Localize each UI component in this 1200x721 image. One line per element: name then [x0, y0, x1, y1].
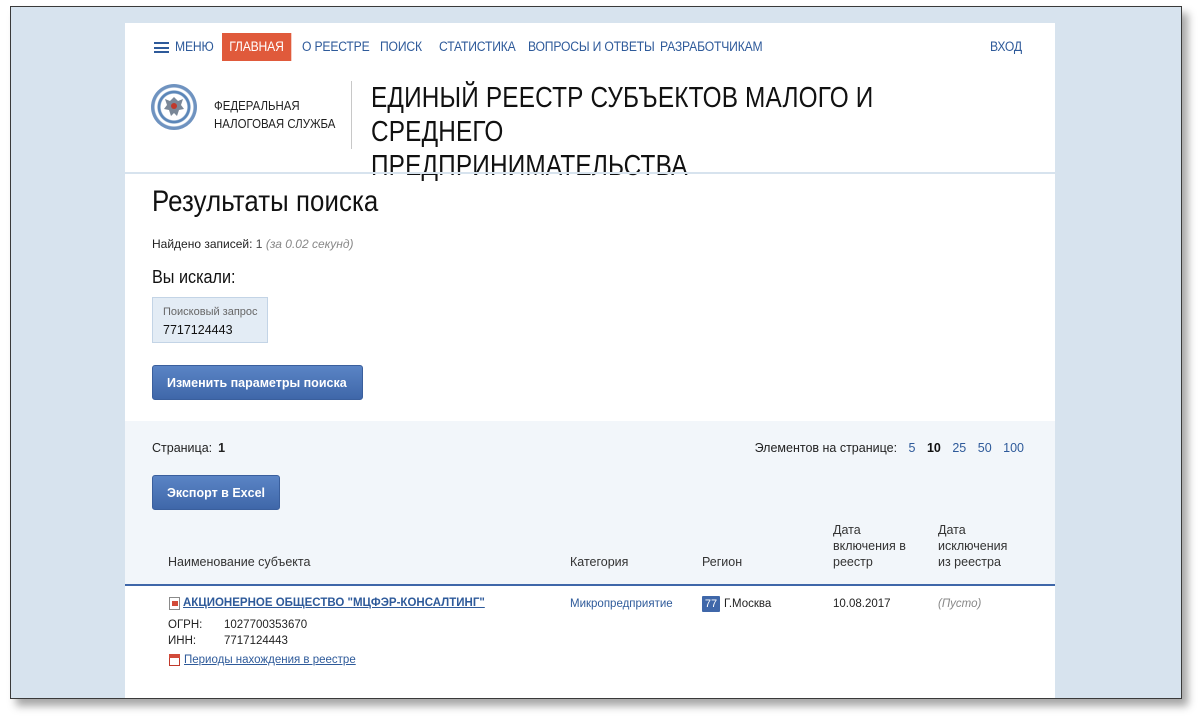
nav-item-about[interactable]: О РЕЕСТРЕ: [302, 33, 370, 61]
per-page-option-25[interactable]: 25: [952, 441, 966, 455]
subject-name-link[interactable]: АКЦИОНЕРНОЕ ОБЩЕСТВО "МЦФЭР-КОНСАЛТИНГ": [183, 597, 485, 609]
page-container: МЕНЮ ГЛАВНАЯ О РЕЕСТРЕ ПОИСК СТАТИСТИКА …: [125, 23, 1055, 698]
browser-frame: МЕНЮ ГЛАВНАЯ О РЕЕСТРЕ ПОИСК СТАТИСТИКА …: [10, 6, 1182, 699]
column-header-region: Регион: [702, 555, 743, 569]
search-query-label: Поисковый запрос: [163, 306, 258, 318]
page-number: 1: [218, 441, 226, 455]
searched-heading: Вы искали:: [152, 267, 236, 287]
registry-title-line1: ЕДИНЫЙ РЕЕСТР СУБЪЕКТОВ МАЛОГО И СРЕДНЕГ…: [371, 82, 874, 148]
nav-item-search[interactable]: ПОИСК: [380, 33, 422, 61]
nav-item-faq[interactable]: ВОПРОСЫ И ОТВЕТЫ: [528, 33, 655, 61]
login-link[interactable]: ВХОД: [990, 33, 1022, 61]
change-search-button[interactable]: Изменить параметры поиска: [152, 365, 363, 400]
column-header-name: Наименование субъекта: [168, 555, 311, 569]
region-code-badge: 77: [702, 596, 720, 612]
search-query-value: 7717124443: [163, 323, 233, 337]
nav-item-developers[interactable]: РАЗРАБОТЧИКАМ: [660, 33, 763, 61]
found-records: Найдено записей: 1 (за 0.02 секунд): [152, 237, 354, 251]
menu-button[interactable]: МЕНЮ: [175, 33, 214, 61]
registry-periods-link[interactable]: Периоды нахождения в реестре: [184, 654, 356, 666]
search-query-box: Поисковый запрос 7717124443: [152, 297, 268, 343]
current-page: Страница: 1: [152, 441, 225, 455]
calendar-icon[interactable]: [169, 654, 180, 666]
column-header-category: Категория: [570, 555, 629, 569]
per-page-option-10[interactable]: 10: [927, 441, 941, 455]
per-page-option-50[interactable]: 50: [978, 441, 992, 455]
nav-item-home[interactable]: ГЛАВНАЯ: [222, 33, 291, 61]
found-count: 1: [255, 237, 263, 251]
header-divider: [351, 81, 352, 149]
org-name-line1: ФЕДЕРАЛЬНАЯ: [214, 98, 300, 113]
inn-label: ИНН:: [168, 635, 197, 647]
per-page-selector: Элементов на странице: 5 10 25 50 100: [755, 441, 1024, 455]
registry-title-line2: ПРЕДПРИНИМАТЕЛЬСТВА: [371, 150, 688, 182]
results-panel: Страница: 1 Элементов на странице: 5 10 2…: [125, 421, 1055, 698]
column-header-excluded: Дата исключения из реестра: [938, 523, 1008, 569]
found-time: (за 0.02 секунд): [265, 237, 354, 251]
table-row: АКЦИОНЕРНОЕ ОБЩЕСТВО "МЦФЭР-КОНСАЛТИНГ" …: [125, 586, 1055, 698]
fns-org-name[interactable]: ФЕДЕРАЛЬНАЯ НАЛОГОВАЯ СЛУЖБА: [214, 97, 346, 133]
top-navigation: МЕНЮ ГЛАВНАЯ О РЕЕСТРЕ ПОИСК СТАТИСТИКА …: [125, 33, 1055, 61]
column-header-included: Дата включения в реестр: [833, 523, 906, 569]
per-page-option-100[interactable]: 100: [1003, 441, 1024, 455]
region-name: Г.Москва: [724, 598, 772, 610]
exclusion-date: (Пусто): [938, 598, 982, 610]
per-page-option-5[interactable]: 5: [909, 441, 916, 455]
page-label: Страница:: [152, 441, 213, 455]
nav-item-statistics[interactable]: СТАТИСТИКА: [439, 33, 516, 61]
header-separator: [125, 172, 1055, 174]
org-name-line2: НАЛОГОВАЯ СЛУЖБА: [214, 116, 336, 131]
inn-value: 7717124443: [224, 635, 288, 647]
fns-emblem-icon[interactable]: [151, 84, 197, 130]
found-label: Найдено записей:: [152, 237, 253, 251]
ogrn-value: 1027700353670: [224, 619, 308, 631]
ogrn-label: ОГРН:: [168, 619, 203, 631]
hamburger-menu-icon[interactable]: [154, 42, 169, 53]
registry-title: ЕДИНЫЙ РЕЕСТР СУБЪЕКТОВ МАЛОГО И СРЕДНЕГ…: [371, 81, 892, 183]
per-page-label: Элементов на странице:: [754, 441, 898, 455]
page-title: Результаты поиска: [152, 185, 379, 218]
document-icon[interactable]: [169, 597, 180, 610]
category-link[interactable]: Микропредприятие: [570, 598, 673, 610]
site-header: ФЕДЕРАЛЬНАЯ НАЛОГОВАЯ СЛУЖБА ЕДИНЫЙ РЕЕС…: [125, 71, 1055, 182]
inclusion-date: 10.08.2017: [833, 598, 891, 610]
export-excel-button[interactable]: Экспорт в Excel: [152, 475, 280, 510]
